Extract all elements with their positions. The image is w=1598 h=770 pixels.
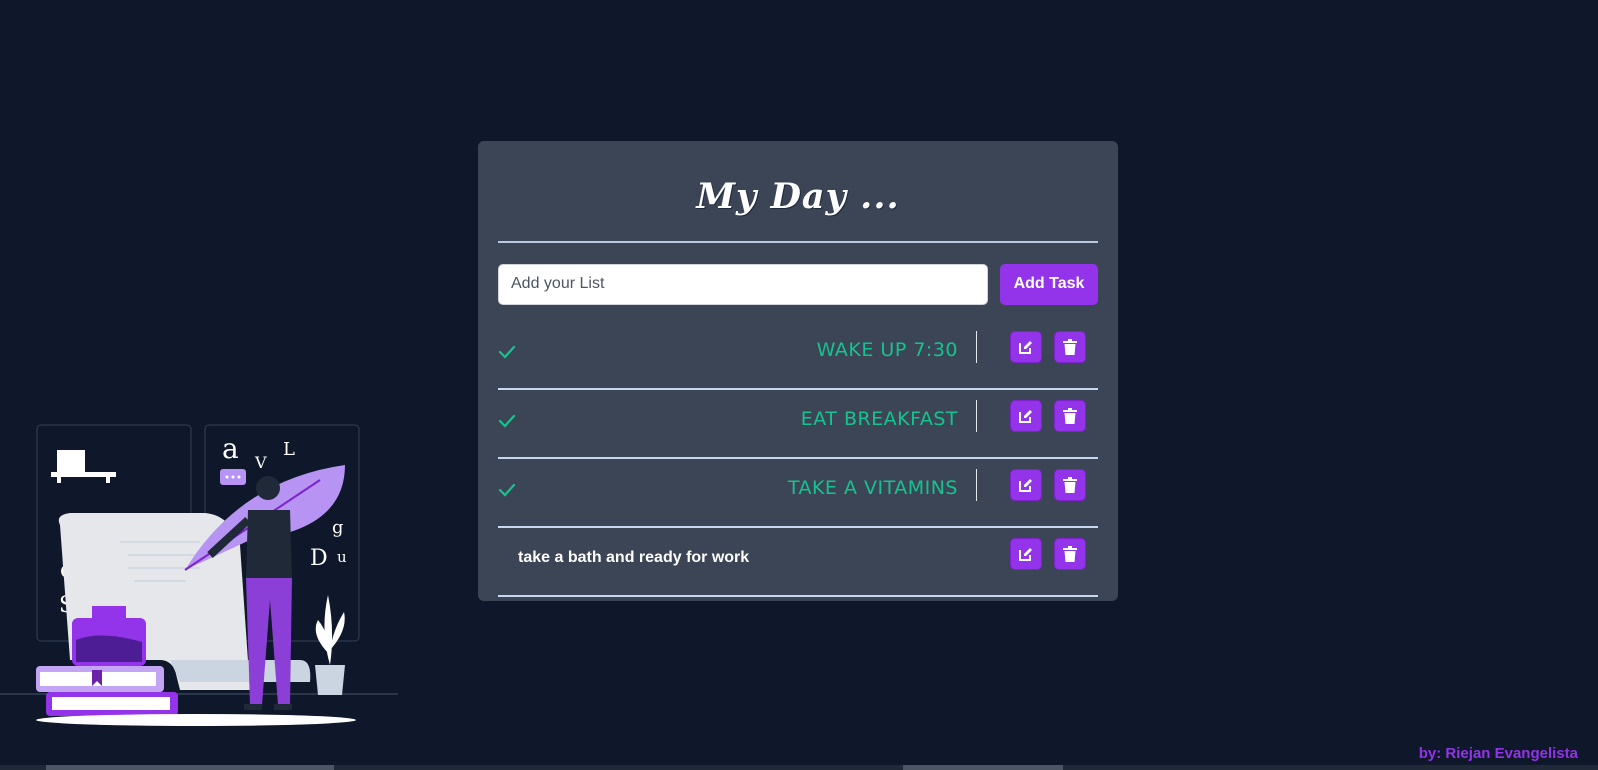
title-divider xyxy=(498,241,1098,243)
check-icon xyxy=(498,414,516,428)
task-item: take a bath and ready for work xyxy=(498,528,1098,597)
delete-button[interactable] xyxy=(1054,331,1086,363)
task-divider xyxy=(976,469,977,501)
task-label: take a bath and ready for work xyxy=(518,549,750,566)
trash-icon xyxy=(1063,477,1077,493)
task-list: WAKE UP 7:30 EAT BREAKFAST TAKE A VITAMI… xyxy=(498,321,1098,597)
edit-icon xyxy=(1019,341,1032,354)
check-icon xyxy=(498,483,516,497)
todo-card: My Day ... Add Task WAKE UP 7:30 xyxy=(478,141,1118,601)
illustration-letter: u xyxy=(337,548,347,566)
task-input[interactable] xyxy=(498,263,988,305)
illustration-letter: D xyxy=(310,546,328,571)
illustration-letter: V xyxy=(254,453,267,472)
edit-icon xyxy=(1019,548,1032,561)
task-item: WAKE UP 7:30 xyxy=(498,321,1098,390)
illustration-letter: L xyxy=(283,439,295,460)
task-item: EAT BREAKFAST xyxy=(498,390,1098,459)
edit-button[interactable] xyxy=(1010,469,1042,501)
task-divider xyxy=(976,400,977,432)
edit-icon xyxy=(1019,410,1032,423)
edit-icon xyxy=(1019,479,1032,492)
writer-illustration: a V L g D u e B S xyxy=(0,424,398,726)
task-item: TAKE A VITAMINS xyxy=(498,459,1098,528)
scrollbar-thumb[interactable] xyxy=(46,765,334,770)
app-root: a V L g D u e B S xyxy=(0,0,1598,770)
add-task-form: Add Task xyxy=(498,263,1098,305)
add-task-button[interactable]: Add Task xyxy=(1000,263,1098,305)
task-label: TAKE A VITAMINS xyxy=(787,477,958,499)
illustration-letter: a xyxy=(222,432,239,465)
edit-button[interactable] xyxy=(1010,400,1042,432)
illustration-letter: g xyxy=(332,517,344,538)
edit-button[interactable] xyxy=(1010,331,1042,363)
trash-icon xyxy=(1063,546,1077,562)
check-icon xyxy=(498,345,516,359)
task-label: WAKE UP 7:30 xyxy=(816,339,958,361)
delete-button[interactable] xyxy=(1054,538,1086,570)
trash-icon xyxy=(1063,408,1077,424)
delete-button[interactable] xyxy=(1054,400,1086,432)
trash-icon xyxy=(1063,339,1077,355)
edit-button[interactable] xyxy=(1010,538,1042,570)
author-credit: by: Riejan Evangelista xyxy=(1418,745,1578,762)
page-title: My Day ... xyxy=(696,176,900,217)
task-divider xyxy=(976,331,977,363)
scrollbar-thumb[interactable] xyxy=(903,765,1063,770)
task-label: EAT BREAKFAST xyxy=(800,408,958,430)
delete-button[interactable] xyxy=(1054,469,1086,501)
